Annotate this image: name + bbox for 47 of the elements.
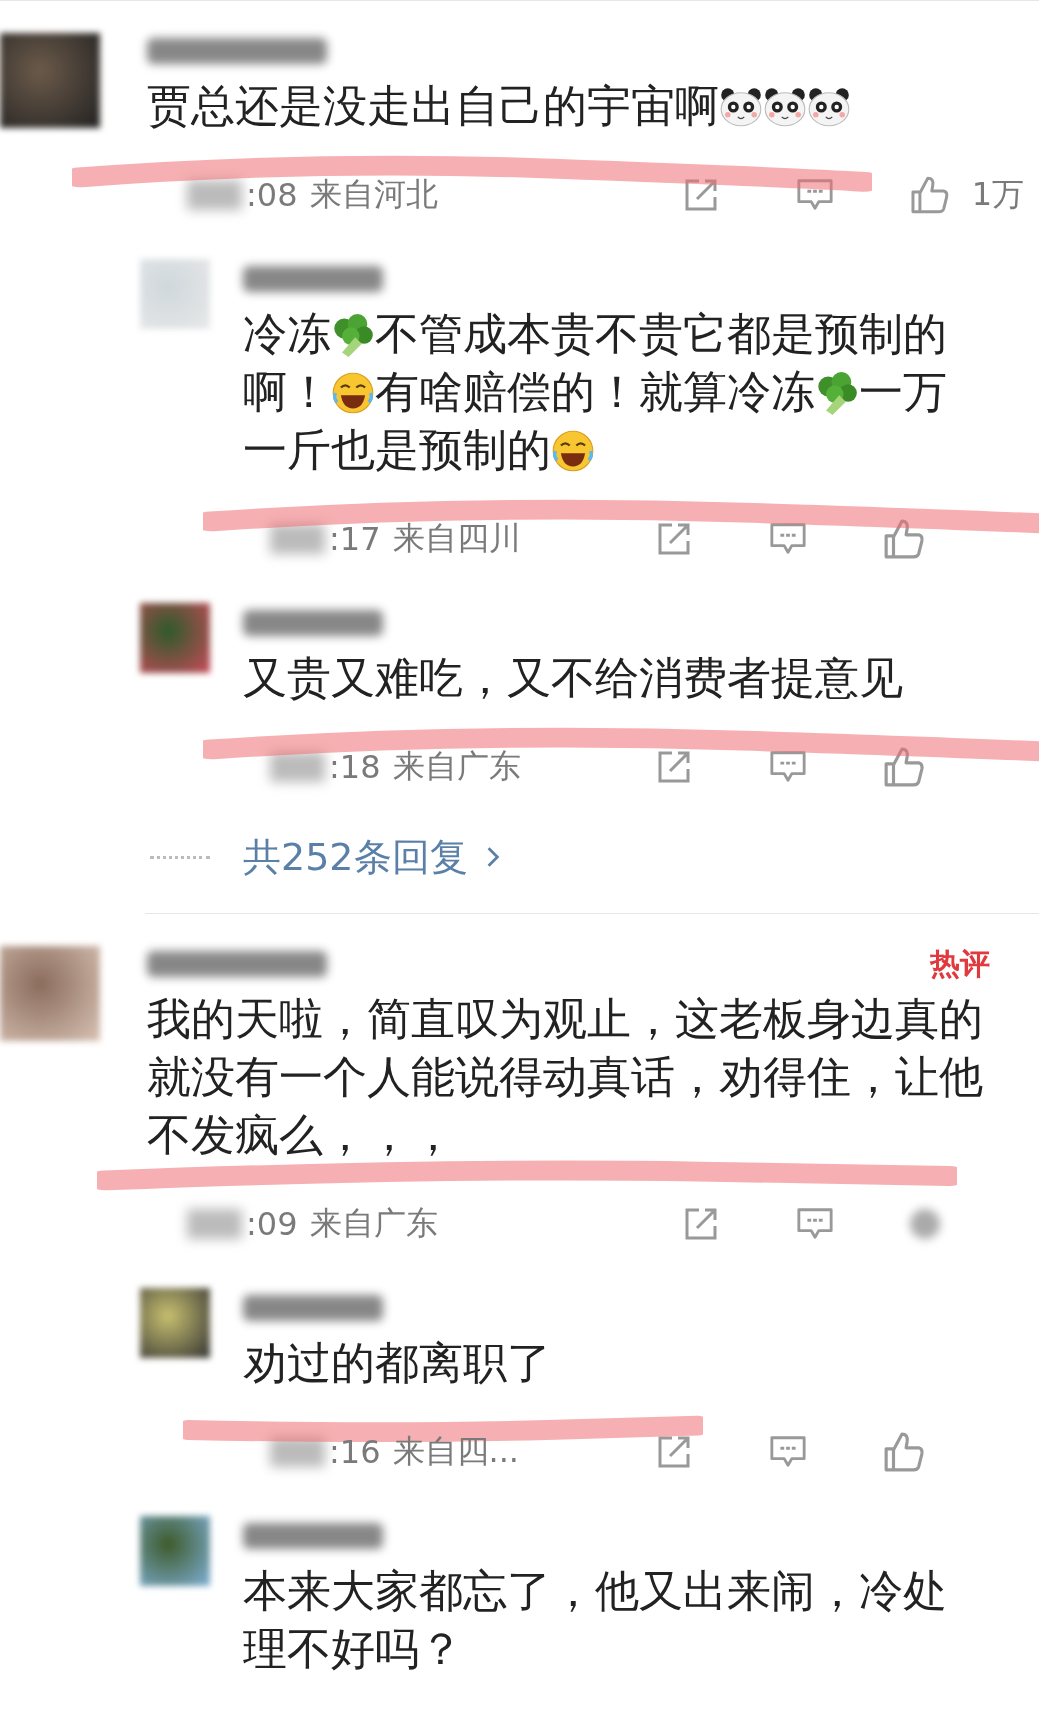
thumbs-up-icon[interactable] xyxy=(883,518,925,560)
comment-location: 来自河北 xyxy=(309,174,438,215)
avatar[interactable] xyxy=(140,1288,210,1358)
comment-time: :18 xyxy=(329,748,381,786)
thumbs-up-icon[interactable] xyxy=(883,746,925,788)
blurred-date xyxy=(187,1209,242,1239)
comment-icon[interactable] xyxy=(769,521,807,557)
chevron-right-icon xyxy=(485,846,500,868)
comment-time: :09 xyxy=(246,1205,298,1243)
comment-text: 本来大家都忘了，他又出来闹，冷处理不好吗？ xyxy=(243,1564,948,1676)
comment-location: 来自四... xyxy=(392,1431,519,1472)
avatar[interactable] xyxy=(0,946,100,1041)
avatar[interactable] xyxy=(140,603,210,673)
panda-icon xyxy=(763,85,807,129)
comment-text: 我的天啦，简直叹为观止，这老板身边真的就没有一个人能说得动真话，劝得住，让他不发疯么，，， xyxy=(147,992,984,1162)
broccoli-icon xyxy=(331,313,375,357)
comment-icon[interactable] xyxy=(769,1434,807,1470)
comment-time: :17 xyxy=(329,520,381,558)
thumbs-up-icon[interactable] xyxy=(910,174,950,216)
panda-icon xyxy=(807,85,851,129)
laughing-emoji-icon xyxy=(551,429,595,473)
comment-icon[interactable] xyxy=(796,177,834,213)
comment-time: :16 xyxy=(329,1433,381,1471)
dotted-line-icon xyxy=(150,855,210,859)
avatar[interactable] xyxy=(140,1516,210,1586)
comment-text: 冷冻 不管成本贵不贵它都是预制的啊！ 有啥赔偿的！就算冷冻 一万一斤也是预制的 xyxy=(243,307,948,477)
comment-text: 贾总还是没走出自己的宇宙啊 xyxy=(147,77,1039,135)
hot-comment-label: 热评 xyxy=(928,945,991,983)
broccoli-icon xyxy=(815,371,859,415)
thumbs-up-icon[interactable] xyxy=(883,1431,925,1473)
blurred-date xyxy=(187,180,242,210)
comment-text: 劝过的都离职了 xyxy=(243,1336,552,1390)
comment-icon[interactable] xyxy=(769,749,807,785)
comment-time: :08 xyxy=(246,176,298,214)
blurred-date xyxy=(270,1437,325,1467)
comment-location: 来自广东 xyxy=(392,746,521,787)
more-replies-link[interactable]: 共252条回复 xyxy=(243,831,500,883)
panda-icon xyxy=(719,85,763,129)
comment-location: 来自四川 xyxy=(392,518,521,559)
comment-location: 来自广东 xyxy=(309,1203,438,1244)
laughing-emoji-icon xyxy=(331,371,375,415)
comment-icon[interactable] xyxy=(796,1206,834,1242)
blurred-date xyxy=(270,524,325,554)
blurred-date xyxy=(270,752,325,782)
comment-text: 又贵又难吃，又不给消费者提意见 xyxy=(243,651,904,705)
avatar[interactable] xyxy=(0,33,100,128)
like-count: 1万 xyxy=(971,174,1024,215)
